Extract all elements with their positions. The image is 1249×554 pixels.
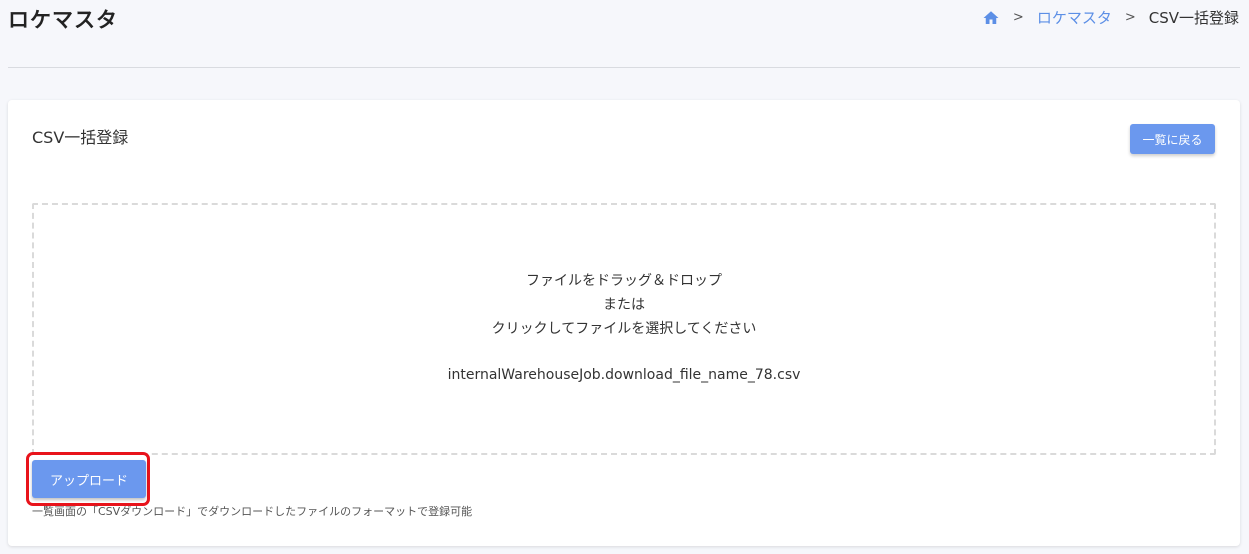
dropzone-line-or: または — [603, 297, 645, 313]
dropzone-line-drag: ファイルをドラッグ＆ドロップ — [526, 273, 722, 289]
header-divider — [8, 67, 1240, 68]
home-icon[interactable] — [982, 9, 1000, 27]
breadcrumb-link-location-master[interactable]: ロケマスタ — [1037, 7, 1112, 28]
breadcrumb-current: CSV一括登録 — [1148, 9, 1239, 27]
csv-upload-card: CSV一括登録 一覧に戻る ファイルをドラッグ＆ドロップ または クリックしてフ… — [8, 100, 1240, 546]
upload-format-hint: 一覧画面の「CSVダウンロード」でダウンロードしたファイルのフォーマットで登録可… — [32, 505, 473, 518]
page-header: ロケマスタ > ロケマスタ > CSV一括登録 — [0, 0, 1249, 40]
dropzone-instructions: ファイルをドラッグ＆ドロップ または クリックしてファイルを選択してください — [34, 269, 1214, 341]
upload-button[interactable]: アップロード — [32, 460, 146, 498]
breadcrumb-separator: > — [1012, 10, 1024, 25]
card-title: CSV一括登録 — [32, 128, 129, 147]
back-to-list-button[interactable]: 一覧に戻る — [1130, 124, 1215, 154]
page-title: ロケマスタ — [8, 8, 118, 32]
file-dropzone[interactable]: ファイルをドラッグ＆ドロップ または クリックしてファイルを選択してください i… — [32, 203, 1216, 455]
selected-file-name: internalWarehouseJob.download_file_name_… — [447, 367, 801, 383]
breadcrumb-separator: > — [1124, 10, 1136, 25]
breadcrumb: > ロケマスタ > CSV一括登録 — [982, 7, 1239, 28]
dropzone-line-click: クリックしてファイルを選択してください — [491, 321, 757, 337]
